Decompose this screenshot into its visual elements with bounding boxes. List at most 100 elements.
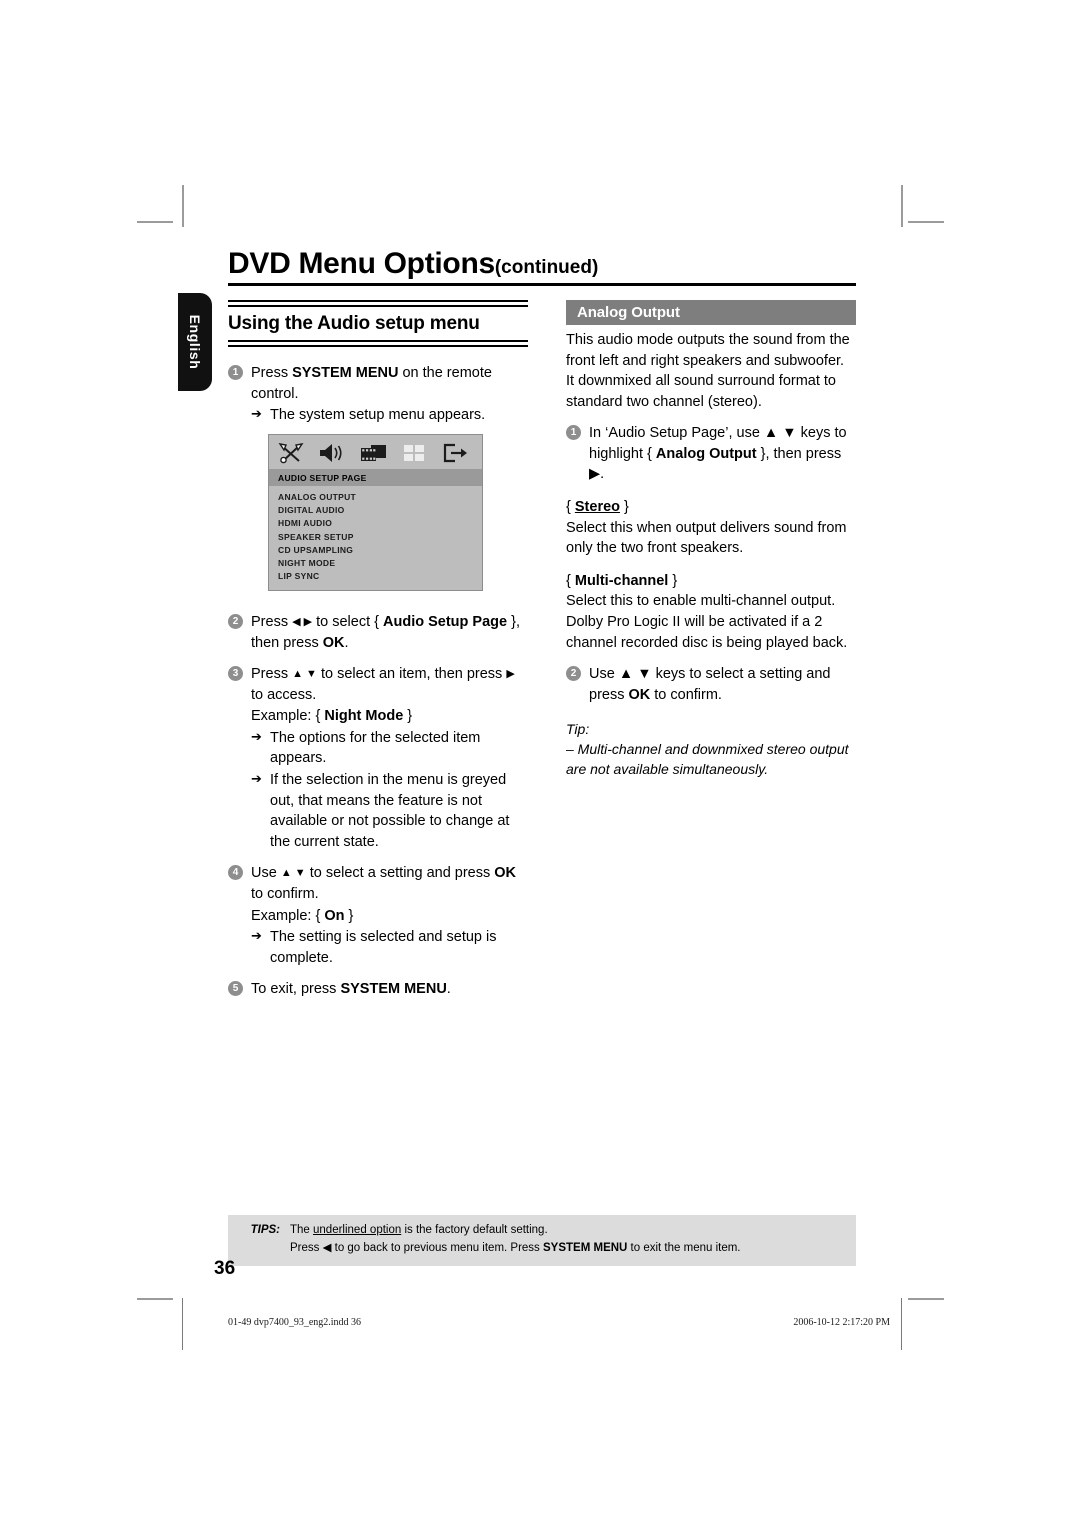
option-multichannel-name: Multi-channel (574, 572, 669, 589)
page-title: DVD Menu Options(continued) (228, 247, 856, 281)
option-stereo-name: Stereo (574, 499, 621, 516)
step-3-bullet-2: ➔ If the selection in the menu is greyed… (251, 770, 528, 852)
step-4-example: Example: { On } (251, 907, 354, 924)
osd-selected-tab: AUDIO SETUP PAGE (269, 469, 482, 486)
step-2: 2 Press ◀ ▶ to select { Audio Setup Page… (228, 612, 528, 653)
step-1-bullet-1-label: The system setup menu appears. (270, 407, 486, 424)
osd-item-list: ANALOG OUTPUT DIGITAL AUDIO HDMI AUDIO S… (269, 486, 482, 583)
manual-page: DVD Menu Options(continued) English Usin… (0, 0, 1080, 1527)
tips-row-1: TIPS: The underlined option is the facto… (228, 1222, 856, 1240)
tips-line-2-a: Press ◀ to go back to previous menu item… (290, 1241, 544, 1254)
step-1-number: 1 (228, 365, 243, 380)
speaker-icon (318, 442, 346, 464)
osd-item: LIP SYNC (278, 571, 320, 582)
left-instructions: 1 Press SYSTEM MENU on the remote contro… (228, 363, 528, 426)
crop-mark-bottom-left-h (137, 1298, 173, 1300)
tip-label: Tip: (566, 721, 590, 738)
crop-mark-bottom-left-v (182, 1298, 183, 1350)
option-stereo-label: { Stereo } (566, 499, 629, 516)
exit-icon (442, 442, 470, 464)
crop-mark-bottom-right-v (901, 1298, 902, 1350)
step-1-text: Press SYSTEM MENU on the remote control. (251, 363, 528, 404)
step-1-bullet-1: ➔ The system setup menu appears. (251, 405, 528, 426)
crop-mark-bottom-right-h (908, 1298, 944, 1300)
left-column: Using the Audio setup menu 1 Press SYSTE… (228, 300, 528, 426)
step-3-bullet-1: ➔ The options for the selected item appe… (251, 728, 528, 769)
osd-item: SPEAKER SETUP (278, 531, 354, 542)
tips-line-1: The underlined option is the factory def… (290, 1222, 856, 1240)
right-step-1-text-bold: Analog Output (655, 445, 757, 462)
step-4-bullet-1-label: The setting is selected and setup is com… (270, 929, 497, 966)
heading-rule-top (228, 300, 528, 307)
arrow-icon: ➔ (251, 928, 262, 944)
osd-icon-bar (269, 435, 482, 469)
crop-mark-top-right (901, 185, 903, 227)
step-5: 5 To exit, press SYSTEM MENU. (228, 979, 528, 1000)
option-multichannel-label: { Multi-channel } (566, 572, 678, 589)
step-5-text: To exit, press SYSTEM MENU. (251, 981, 451, 998)
osd-item: ANALOG OUTPUT (278, 492, 357, 502)
tips-label-spacer (228, 1240, 290, 1258)
step-3: 3 Press ▲ ▼ to select an item, then pres… (228, 664, 528, 852)
tip-text: – Multi-channel and downmixed stereo out… (566, 741, 849, 777)
step-3-bullet-2-label: If the selection in the menu is greyed o… (270, 772, 510, 850)
tips-line-2: Press ◀ to go back to previous menu item… (290, 1240, 856, 1258)
right-step-2: 2 Use ▲ ▼ keys to select a setting and p… (566, 664, 856, 705)
right-step-1-number: 1 (566, 425, 581, 441)
arrow-icon: ➔ (251, 771, 262, 787)
print-footer-file: 01-49 dvp7400_93_eng2.indd 36 (228, 1317, 362, 1328)
analog-output-intro: This audio mode outputs the sound from t… (566, 332, 850, 410)
right-step-2-text: Use ▲ ▼ keys to select a setting and pre… (589, 664, 856, 705)
step-4: 4 Use ▲ ▼ to select a setting and press … (228, 863, 528, 968)
osd-item: CD UPSAMPLING (278, 544, 354, 555)
section-heading-label: Using the Audio setup menu (228, 313, 480, 334)
step-1: 1 Press SYSTEM MENU on the remote contro… (228, 363, 528, 426)
tips-line-2-c: to exit the menu item. (627, 1241, 741, 1254)
arrow-icon: ➔ (251, 406, 262, 422)
language-tab: English (178, 293, 212, 391)
title-underline (228, 283, 856, 286)
step-2-number: 2 (228, 614, 243, 629)
left-column-continued: 2 Press ◀ ▶ to select { Audio Setup Page… (228, 603, 528, 1000)
tips-line-2-bold: SYSTEM MENU (543, 1241, 628, 1254)
osd-menu-screenshot: AUDIO SETUP PAGE ANALOG OUTPUT DIGITAL A… (268, 434, 483, 591)
right-step-2-text-bold: OK (628, 686, 651, 703)
page-title-suffix: (continued) (494, 257, 599, 278)
step-4-text: Use ▲ ▼ to select a setting and press OK… (251, 865, 517, 902)
tips-line-1-underlined: underlined option (313, 1224, 402, 1236)
step-2-text: Press ◀ ▶ to select { Audio Setup Page }… (251, 614, 520, 651)
osd-item: HDMI AUDIO (278, 518, 333, 529)
right-step-1-text: In ‘Audio Setup Page’, use ▲ ▼ keys to h… (589, 423, 856, 485)
option-stereo-body: Select this when output delivers sound f… (566, 519, 847, 557)
analog-output-heading: Analog Output (566, 300, 856, 325)
tips-line-1-c: is the factory default setting. (401, 1224, 548, 1236)
step-1-text-bold: SYSTEM MENU (292, 365, 399, 381)
step-4-bullet-1: ➔ The setting is selected and setup is c… (251, 927, 528, 968)
crop-mark-top-left (182, 185, 184, 227)
osd-item: DIGITAL AUDIO (278, 505, 345, 516)
tips-row-2: Press ◀ to go back to previous menu item… (228, 1240, 856, 1258)
grid-icon (402, 442, 428, 464)
page-title-main: DVD Menu Options (228, 247, 495, 280)
language-tab-label: English (187, 314, 203, 370)
right-column: Analog Output This audio mode outputs th… (566, 300, 856, 780)
option-multichannel-body: Select this to enable multi-channel outp… (566, 593, 848, 651)
right-step-2-text-c: to confirm. (650, 686, 722, 703)
arrow-icon: ➔ (251, 728, 262, 744)
step-1-text-a: Press (251, 365, 293, 381)
section-heading: Using the Audio setup menu (228, 300, 528, 347)
right-step-1: 1 In ‘Audio Setup Page’, use ▲ ▼ keys to… (566, 423, 856, 485)
tips-label: TIPS: (250, 1224, 280, 1236)
crop-mark-top-right-h (908, 221, 944, 223)
print-footer-timestamp: 2006-10-12 2:17:20 PM (793, 1317, 890, 1328)
step-3-example: Example: { Night Mode } (251, 708, 413, 725)
step-3-number: 3 (228, 666, 243, 682)
step-4-number: 4 (228, 865, 243, 881)
page-number: 36 (214, 1258, 236, 1279)
right-step-2-number: 2 (566, 666, 581, 682)
step-5-number: 5 (228, 981, 243, 997)
crop-mark-top-left-h (137, 221, 173, 223)
film-icon (360, 442, 388, 464)
step-3-bullet-1-label: The options for the selected item appear… (270, 729, 481, 767)
step-3-text: Press ▲ ▼ to select an item, then press … (251, 666, 515, 703)
